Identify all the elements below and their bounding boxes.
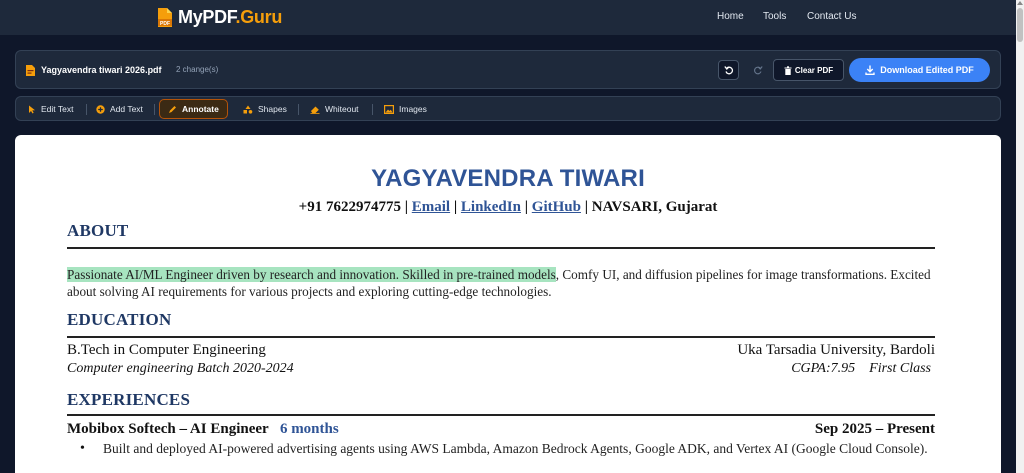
pdf-file-icon: PDF [158,7,172,27]
toolbar-divider [154,104,155,115]
phone-number: +91 7622974775 [298,199,401,215]
pdf-page[interactable]: YAGYAVENDRA TIWARI +91 7622974775 | Emai… [15,135,1001,473]
job-bullet: Built and deployed AI-powered advertisin… [103,441,928,456]
tool-shapes-label: Shapes [258,104,287,114]
job-dates: Sep 2025 – Present [814,421,935,437]
section-divider [67,247,935,249]
plus-circle-icon [96,104,105,114]
undo-button[interactable] [718,60,739,80]
clear-pdf-label: Clear PDF [794,65,834,75]
job-row: Mobibox Softech – AI Engineer 6 months S… [67,421,935,438]
section-heading-education: EDUCATION [67,310,172,329]
tool-whiteout-label: Whiteout [325,104,359,114]
redo-button[interactable] [747,60,768,80]
toolbar-divider [372,104,373,115]
contact-separator: | [524,199,529,215]
contact-separator: | [584,199,589,215]
logo-text-main: MyPDF [178,6,236,27]
cursor-icon [29,105,35,113]
tool-shapes[interactable]: Shapes [235,99,295,119]
resume-name: YAGYAVENDRA TIWARI [371,165,645,192]
redo-icon [753,66,763,75]
toolbar-divider [298,104,299,115]
toolbar-divider [86,104,87,115]
about-paragraph: Passionate AI/ML Engineer driven by rese… [67,266,937,300]
tool-images-label: Images [399,104,427,114]
class-grade: First Class [869,361,931,376]
download-label: Download Edited PDF [880,65,974,75]
logo-text-suffix: .Guru [235,6,283,27]
section-heading-about: ABOUT [67,221,129,240]
logo-text: MyPDF.Guru [178,7,282,28]
highlight-annotation[interactable]: Passionate AI/ML Engineer driven by rese… [67,267,556,282]
nav-link-tools[interactable]: Tools [763,11,786,22]
location: NAVSARI, Gujarat [591,199,718,215]
page-scrollbar[interactable] [1016,0,1024,473]
section-heading-experiences: EXPERIENCES [67,390,191,409]
tool-edit-text-label: Edit Text [41,104,74,114]
university: Uka Tarsadia University, Bardoli [737,342,935,358]
scroll-thumb[interactable] [1017,8,1023,42]
section-divider [67,414,935,416]
download-edited-pdf-button[interactable]: Download Edited PDF [849,58,990,82]
tool-add-text[interactable]: Add Text [88,99,151,119]
trash-icon [784,65,792,75]
editor-toolbar: Edit Text Add Text Annotate Shapes White… [15,96,1001,121]
contact-separator: | [404,199,409,215]
scroll-up-arrow-icon[interactable] [1017,1,1023,5]
top-navbar: PDF MyPDF.Guru Home Tools Contact Us [0,0,1016,35]
tool-edit-text[interactable]: Edit Text [20,99,81,119]
cgpa: CGPA:7.95 [791,361,856,376]
image-icon [384,104,394,114]
shapes-icon [243,105,253,114]
file-name: Yagyavendra tiwari 2026.pdf [41,65,162,75]
tool-whiteout[interactable]: Whiteout [302,99,367,119]
github-link[interactable]: GitHub [532,199,581,215]
batch: Computer engineering Batch 2020-2024 [67,361,294,376]
tool-annotate-label: Annotate [182,104,219,114]
change-count: 2 change(s) [176,65,219,74]
contact-separator: | [453,199,458,215]
undo-icon [723,66,733,75]
highlighter-icon [169,105,176,113]
file-bar: Yagyavendra tiwari 2026.pdf 2 change(s) … [15,50,1001,89]
download-icon [865,65,875,75]
tool-add-text-label: Add Text [110,104,143,114]
contact-line: +91 7622974775 | Email | LinkedIn | GitH… [15,199,1001,216]
education-row: B.Tech in Computer Engineering Uka Tarsa… [67,342,935,359]
tool-annotate[interactable]: Annotate [159,99,228,119]
education-detail-row: Computer engineering Batch 2020-2024 CGP… [67,361,935,377]
logo-icon-label: PDF [160,21,170,27]
bullet-icon: • [80,441,85,456]
linkedin-link[interactable]: LinkedIn [461,199,521,215]
clear-pdf-button[interactable]: Clear PDF [773,59,844,81]
email-link[interactable]: Email [412,199,450,215]
tool-images[interactable]: Images [376,99,435,119]
nav-link-home[interactable]: Home [717,11,744,22]
degree: B.Tech in Computer Engineering [67,342,266,358]
section-divider [67,336,935,338]
job-duration: 6 months [279,421,339,437]
nav-link-contact[interactable]: Contact Us [807,11,856,22]
eraser-icon [310,106,320,114]
file-icon [26,65,35,76]
logo[interactable]: PDF MyPDF.Guru [156,6,282,28]
grade-info: CGPA:7.95 First Class [791,361,931,377]
job-title: Mobibox Softech – AI Engineer [67,421,269,437]
